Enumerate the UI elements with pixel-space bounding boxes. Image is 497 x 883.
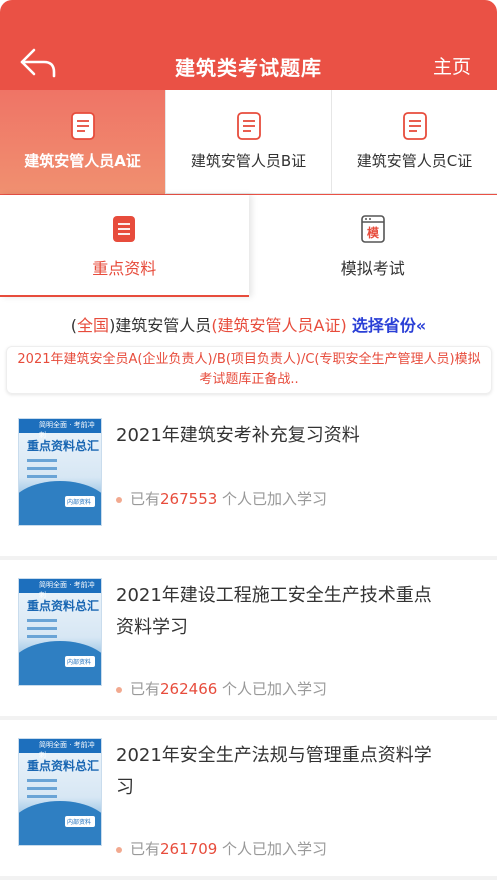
meta-suffix: 个人已加入学习 — [217, 840, 328, 858]
cert-tab-c[interactable]: 建筑安管人员C证 — [332, 90, 497, 194]
select-province-link[interactable]: 选择省份« — [352, 316, 426, 335]
tab-label: 重点资料 — [92, 259, 157, 278]
cover-bullet — [27, 635, 57, 638]
learner-count: 262466 — [160, 680, 218, 698]
meta-prefix: 已有 — [130, 680, 161, 698]
bullet-dot-icon — [116, 496, 122, 503]
cert-tab-a[interactable]: 建筑安管人员A证 — [0, 90, 166, 194]
cover-bullet — [27, 467, 57, 470]
material-cover-image: 简明全面 · 考前冲刺 重点资料总汇 内部资料 — [18, 578, 102, 686]
learner-count: 261709 — [160, 840, 218, 858]
materials-list: 简明全面 · 考前冲刺 重点资料总汇 内部资料 2021年建筑安考补充复习资料 … — [0, 400, 497, 880]
bullet-dot-icon — [116, 686, 122, 693]
cert-tab-b[interactable]: 建筑安管人员B证 — [166, 90, 332, 194]
page-title: 建筑类考试题库 — [175, 56, 322, 80]
cert-tab-label: 建筑安管人员C证 — [356, 152, 473, 170]
mode-tabs: 重点资料 模 模拟考试 — [0, 195, 497, 297]
region-cert: (建筑安管人员A证) — [211, 316, 347, 335]
region-line: (全国)建筑安管人员(建筑安管人员A证) 选择省份« — [0, 312, 497, 336]
cover-stamp: 内部资料 — [65, 816, 95, 827]
cert-tabs: 建筑安管人员A证 建筑安管人员B证 建筑安管人员C证 — [0, 90, 497, 194]
top-bar: 建筑类考试题库 主页 — [0, 0, 497, 90]
cover-band: 简明全面 · 考前冲刺 — [19, 579, 101, 599]
document-icon — [70, 112, 95, 140]
cover-bullet — [27, 627, 57, 630]
cover-bullet — [27, 779, 57, 782]
meta-suffix: 个人已加入学习 — [217, 490, 328, 508]
notice-banner[interactable]: 2021年建筑安全员A(企业负责人)/B(项目负责人)/C(专职安全生产管理人员… — [6, 346, 492, 394]
list-item[interactable]: 简明全面 · 考前冲刺 重点资料总汇 内部资料 2021年建设工程施工安全生产技… — [0, 560, 497, 720]
item-meta: 已有261709 个人已加入学习 — [116, 838, 327, 859]
item-title: 2021年安全生产法规与管理重点资料学习 — [116, 745, 432, 798]
material-cover-image: 简明全面 · 考前冲刺 重点资料总汇 内部资料 — [18, 738, 102, 846]
exam-icon: 模 — [360, 215, 385, 243]
region-name: 全国 — [77, 316, 110, 335]
meta-prefix: 已有 — [130, 490, 161, 508]
cert-tab-label: 建筑安管人员B证 — [190, 152, 307, 170]
cover-bullet — [27, 787, 57, 790]
cover-stamp: 内部资料 — [65, 496, 95, 507]
cover-bullet — [27, 459, 57, 462]
cover-band: 简明全面 · 考前冲刺 — [19, 419, 101, 439]
material-cover-image: 简明全面 · 考前冲刺 重点资料总汇 内部资料 — [18, 418, 102, 526]
cover-stamp-text: 内部资料 — [67, 499, 92, 506]
tab-key-materials[interactable]: 重点资料 — [0, 195, 249, 297]
document-icon — [402, 112, 427, 140]
cover-title: 重点资料总汇 — [27, 439, 100, 453]
cover-band: 简明全面 · 考前冲刺 — [19, 739, 101, 759]
learner-count: 267553 — [160, 490, 218, 508]
bullet-dot-icon — [116, 846, 122, 853]
cover-stamp: 内部资料 — [65, 656, 95, 667]
cover-bullet — [27, 795, 57, 798]
exam-icon-text: 模 — [367, 225, 380, 240]
item-title: 2021年建设工程施工安全生产技术重点资料学习 — [116, 585, 432, 638]
item-title: 2021年建筑安考补充复习资料 — [116, 425, 360, 446]
tab-label: 模拟考试 — [340, 259, 405, 278]
home-button[interactable]: 主页 — [433, 52, 471, 79]
document-icon — [236, 112, 261, 140]
list-item[interactable]: 简明全面 · 考前冲刺 重点资料总汇 内部资料 2021年安全生产法规与管理重点… — [0, 720, 497, 880]
item-meta: 已有262466 个人已加入学习 — [116, 678, 327, 699]
meta-suffix: 个人已加入学习 — [217, 680, 328, 698]
cover-stamp-text: 内部资料 — [67, 819, 92, 826]
cover-bullet — [27, 619, 57, 622]
region-text: )建筑安管人员 — [109, 316, 212, 335]
list-item[interactable]: 简明全面 · 考前冲刺 重点资料总汇 内部资料 2021年建筑安考补充复习资料 … — [0, 400, 497, 560]
header: 建筑类考试题库 主页 建筑安管人员A证 建筑安管人员B证 建筑安管人员C证 — [0, 0, 497, 195]
item-meta: 已有267553 个人已加入学习 — [116, 488, 327, 509]
list-document-icon — [113, 216, 136, 242]
cover-stamp-text: 内部资料 — [67, 659, 92, 666]
cover-title: 重点资料总汇 — [27, 759, 100, 773]
cover-title: 重点资料总汇 — [27, 599, 100, 613]
meta-prefix: 已有 — [130, 840, 161, 858]
tab-mock-exam[interactable]: 模 模拟考试 — [249, 195, 497, 297]
cover-bullet — [27, 475, 57, 478]
cert-tab-label: 建筑安管人员A证 — [24, 152, 141, 170]
